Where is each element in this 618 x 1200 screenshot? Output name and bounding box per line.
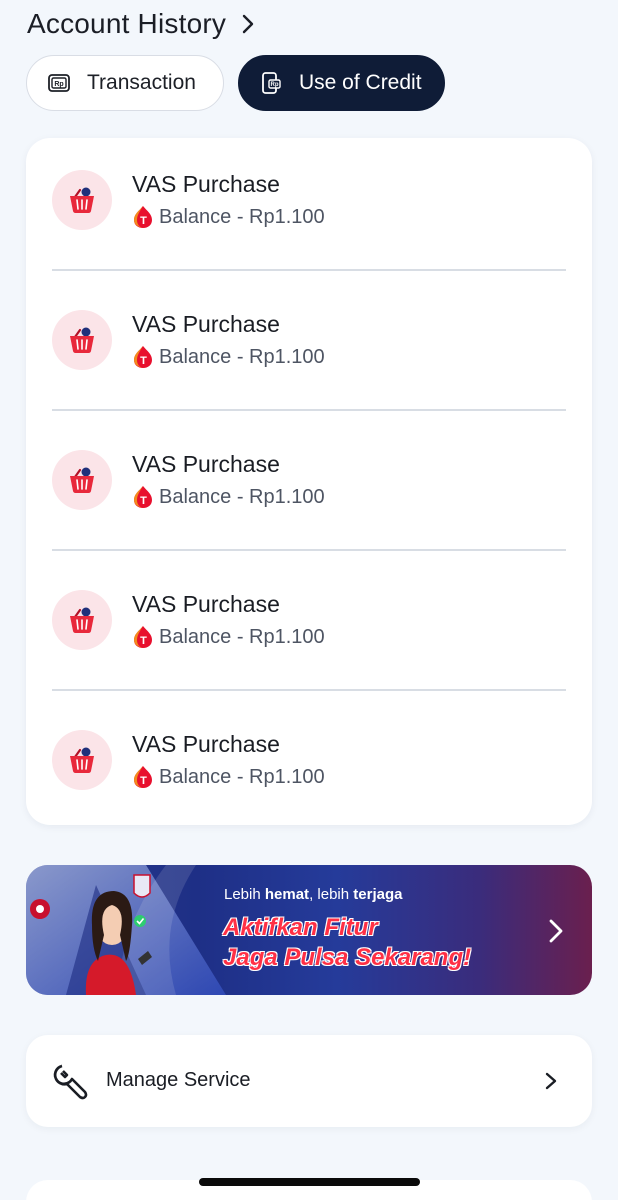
telkomsel-logo-icon: T — [132, 765, 154, 789]
item-detail: T Balance - Rp1.100 — [132, 204, 325, 230]
home-indicator[interactable] — [199, 1178, 420, 1186]
account-history-screen: Account History Rp Transaction Rp Use of… — [0, 0, 618, 1200]
svg-text:Rp: Rp — [271, 82, 279, 88]
divider — [52, 409, 566, 411]
item-detail: T Balance - Rp1.100 — [132, 624, 325, 650]
svg-text:T: T — [140, 635, 147, 647]
list-item[interactable]: VAS Purchase T Balance - Rp1.100 — [26, 138, 592, 278]
promo-headline-line2: Jaga Pulsa Sekarang! — [223, 944, 472, 971]
rp-receipt-icon: Rp — [47, 71, 71, 95]
manage-service-label: Manage Service — [106, 1069, 251, 1091]
rp-phone-icon: Rp — [259, 71, 283, 95]
list-item[interactable]: VAS Purchase T Balance - Rp1.100 — [26, 278, 592, 418]
jaga-pulsa-promo-banner[interactable]: Lebih hemat, lebih terjaga Aktifkan Fitu… — [26, 865, 592, 995]
chevron-right-icon — [546, 917, 566, 945]
item-title: VAS Purchase — [132, 451, 280, 477]
tab-use-of-credit-label: Use of Credit — [299, 71, 422, 94]
telkomsel-logo-icon: T — [132, 205, 154, 229]
item-detail-text: Balance - Rp1.100 — [159, 205, 325, 228]
list-item[interactable]: VAS Purchase T Balance - Rp1.100 — [26, 558, 592, 698]
item-detail: T Balance - Rp1.100 — [132, 484, 325, 510]
shopping-basket-icon — [52, 730, 112, 790]
shopping-basket-icon — [52, 450, 112, 510]
item-title: VAS Purchase — [132, 591, 280, 617]
account-history-header[interactable]: Account History — [27, 6, 256, 42]
history-tabs: Rp Transaction Rp Use of Credit — [26, 55, 445, 111]
chevron-right-icon — [240, 13, 256, 35]
divider — [52, 549, 566, 551]
item-detail: T Balance - Rp1.100 — [132, 344, 325, 370]
svg-text:T: T — [140, 495, 147, 507]
item-detail-text: Balance - Rp1.100 — [159, 765, 325, 788]
item-detail-text: Balance - Rp1.100 — [159, 345, 325, 368]
item-detail-text: Balance - Rp1.100 — [159, 625, 325, 648]
shopping-basket-icon — [52, 590, 112, 650]
chevron-right-icon — [544, 1071, 558, 1091]
divider — [52, 269, 566, 271]
svg-text:Rp: Rp — [54, 81, 63, 88]
credit-history-list: VAS Purchase T Balance - Rp1.100 VAS Pur… — [26, 138, 592, 825]
svg-text:T: T — [140, 355, 147, 367]
item-title: VAS Purchase — [132, 311, 280, 337]
manage-service-button[interactable]: Manage Service — [26, 1035, 592, 1127]
telkomsel-logo-icon: T — [132, 345, 154, 369]
promo-headline: Aktifkan Fitur Jaga Pulsa Sekarang! — [223, 913, 471, 973]
svg-text:T: T — [140, 215, 147, 227]
telkomsel-logo-icon: T — [132, 625, 154, 649]
list-item[interactable]: VAS Purchase T Balance - Rp1.100 — [26, 698, 592, 838]
item-detail-text: Balance - Rp1.100 — [159, 485, 325, 508]
promo-tagline: Lebih hemat, lebih terjaga — [224, 886, 403, 903]
list-item[interactable]: VAS Purchase T Balance - Rp1.100 — [26, 418, 592, 558]
svg-text:T: T — [140, 775, 147, 787]
item-title: VAS Purchase — [132, 731, 280, 757]
wrench-icon — [52, 1062, 92, 1102]
divider — [52, 689, 566, 691]
promo-woman-illustration — [26, 865, 226, 995]
item-detail: T Balance - Rp1.100 — [132, 764, 325, 790]
telkomsel-logo-icon: T — [132, 485, 154, 509]
tab-transaction[interactable]: Rp Transaction — [26, 55, 224, 111]
promo-headline-line1: Aktifkan Fitur — [223, 914, 378, 941]
shopping-basket-icon — [52, 170, 112, 230]
tab-use-of-credit[interactable]: Rp Use of Credit — [238, 55, 445, 111]
item-title: VAS Purchase — [132, 171, 280, 197]
tab-transaction-label: Transaction — [87, 71, 196, 94]
shopping-basket-icon — [52, 310, 112, 370]
page-title: Account History — [27, 8, 227, 39]
